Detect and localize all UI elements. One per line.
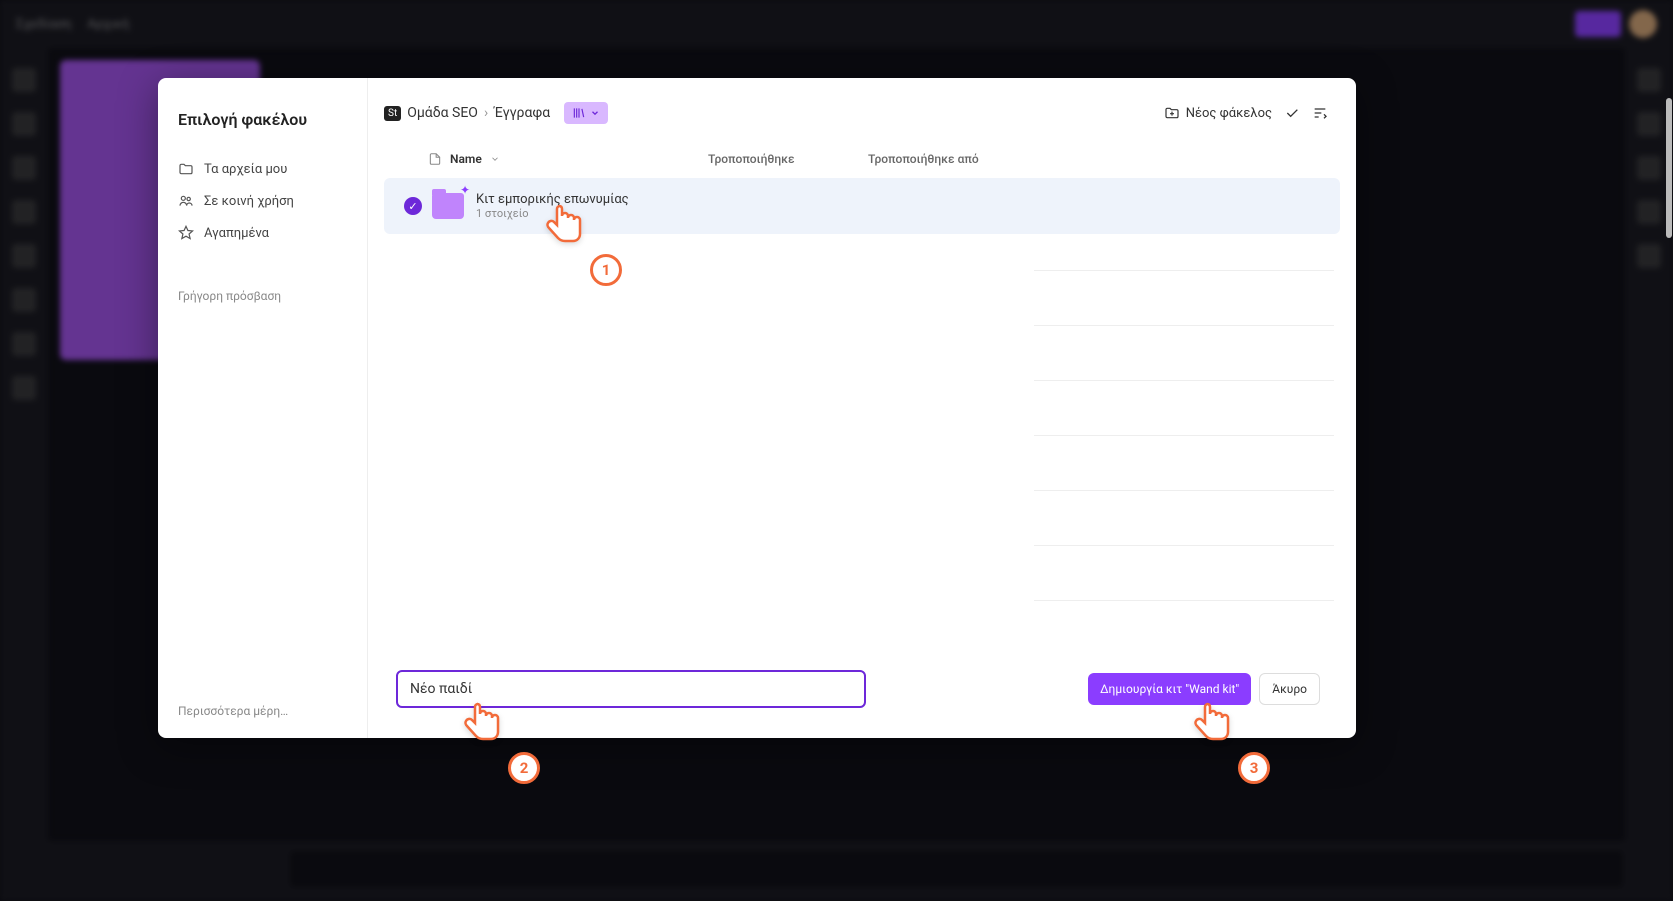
chevron-down-icon (590, 108, 600, 118)
more-places-link[interactable]: Περισσότερα μέρη… (178, 704, 347, 718)
new-folder-button[interactable]: Νέος φάκελος (1164, 105, 1272, 121)
bg-bottombar (0, 841, 1673, 901)
col-modified-label[interactable]: Τροποποιήθηκε (708, 152, 868, 166)
check-icon[interactable] (1284, 105, 1300, 121)
table-header: Name Τροποποιήθηκε Τροποποιήθηκε από (380, 140, 1344, 178)
sparkle-icon: ✦ (460, 183, 470, 197)
dialog-scrollbar[interactable] (1665, 78, 1673, 738)
library-filter-button[interactable] (564, 102, 608, 124)
dialog-sidebar: Επιλογή φακέλου Τα αρχεία μου Σε κοινή χ… (158, 78, 368, 738)
row-title: Κιτ εμπορικής επωνυμίας (476, 192, 629, 207)
dialog-title: Επιλογή φακέλου (178, 110, 347, 129)
file-table: Name Τροποποιήθηκε Τροποποιήθηκε από ✦ Κ… (380, 140, 1344, 656)
cancel-button[interactable]: Άκυρο (1259, 673, 1320, 705)
col-name-label[interactable]: Name (450, 152, 482, 166)
kit-name-input[interactable] (396, 670, 866, 708)
header-actions: Νέος φάκελος (1164, 105, 1328, 121)
row-subtitle: 1 στοιχείο (476, 207, 629, 220)
quick-access-heading: Γρήγορη πρόσβαση (178, 289, 347, 303)
row-selected-check-icon[interactable] (404, 197, 422, 215)
sidebar-item-favorites[interactable]: Αγαπημένα (178, 217, 347, 249)
bg-nav-design: Σχεδίαση (16, 17, 71, 32)
sidebar-item-my-files[interactable]: Τα αρχεία μου (178, 153, 347, 185)
app-topbar: Σχεδίαση Αρχική (0, 0, 1673, 48)
breadcrumb-folder[interactable]: Έγγραφα (494, 105, 550, 121)
sidebar-item-shared[interactable]: Σε κοινή χρήση (178, 185, 347, 217)
breadcrumb-team[interactable]: Ομάδα SEO (407, 105, 478, 121)
new-folder-label: Νέος φάκελος (1186, 106, 1272, 121)
breadcrumb: St Ομάδα SEO › Έγγραφα (384, 102, 608, 124)
team-chip: St (384, 106, 401, 121)
people-icon (178, 193, 194, 209)
folder-icon (178, 161, 194, 177)
chevron-right-icon: › (484, 105, 488, 121)
col-modified-by-label[interactable]: Τροποποιήθηκε από (868, 152, 1048, 166)
table-row[interactable]: ✦ Κιτ εμπορικής επωνυμίας 1 στοιχείο (384, 178, 1340, 234)
chevron-down-icon (490, 154, 500, 164)
star-icon (178, 225, 194, 241)
dialog-header: St Ομάδα SEO › Έγγραφα Νέος φάκελος (376, 102, 1348, 140)
decorative-dividers (1034, 270, 1334, 655)
sidebar-label: Αγαπημένα (204, 226, 269, 241)
bg-avatar (1629, 10, 1657, 38)
sidebar-label: Τα αρχεία μου (204, 162, 287, 177)
sidebar-label: Σε κοινή χρήση (204, 194, 294, 209)
file-icon (428, 152, 442, 166)
brand-folder-icon: ✦ (432, 193, 464, 219)
bg-left-sidebar (0, 48, 48, 901)
folder-picker-dialog: Επιλογή φακέλου Τα αρχεία μου Σε κοινή χ… (158, 78, 1356, 738)
books-icon (572, 106, 586, 120)
dialog-footer: Δημιουργία κιτ "Wand kit" Άκυρο (376, 656, 1348, 714)
bg-share-button (1575, 11, 1621, 37)
sort-icon[interactable] (1312, 105, 1328, 121)
bg-nav-home: Αρχική (87, 17, 129, 32)
folder-plus-icon (1164, 105, 1180, 121)
create-kit-button[interactable]: Δημιουργία κιτ "Wand kit" (1088, 673, 1251, 705)
scrollbar-thumb[interactable] (1666, 98, 1672, 238)
dialog-main: St Ομάδα SEO › Έγγραφα Νέος φάκελος (368, 78, 1356, 738)
